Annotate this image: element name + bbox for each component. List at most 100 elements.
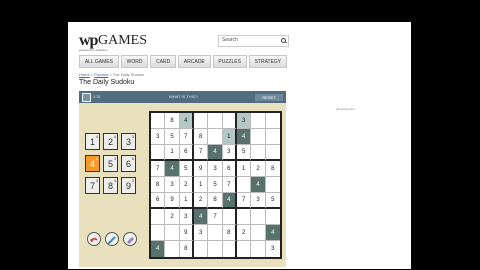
sudoku-cell[interactable]: 3	[208, 161, 223, 177]
sudoku-cell[interactable]: 1	[222, 129, 237, 145]
nav-card[interactable]: CARD	[150, 55, 177, 68]
sudoku-cell[interactable]: 5	[236, 145, 252, 161]
number-key-2[interactable]: 24	[103, 133, 118, 150]
sudoku-cell[interactable]: 3	[179, 209, 194, 225]
sudoku-cell[interactable]	[236, 209, 252, 225]
sudoku-cell[interactable]: 7	[151, 161, 166, 177]
sudoku-cell[interactable]: 8	[222, 225, 237, 241]
sudoku-cell[interactable]: 1	[193, 177, 209, 193]
sudoku-cell[interactable]: 3	[165, 177, 180, 193]
sudoku-cell[interactable]	[165, 225, 180, 241]
sudoku-cell[interactable]: 7	[236, 193, 252, 209]
sudoku-cell[interactable]: 3	[251, 193, 266, 209]
number-key-3[interactable]: 33	[121, 133, 136, 150]
sudoku-cell[interactable]: 5	[165, 129, 180, 145]
hint-link[interactable]: WHAT IS THIS?	[169, 94, 198, 99]
sudoku-cell[interactable]: 5	[179, 161, 194, 177]
sudoku-cell[interactable]	[251, 145, 266, 161]
sudoku-cell[interactable]: 3	[236, 113, 252, 129]
sudoku-cell[interactable]: 4	[236, 129, 252, 145]
sudoku-cell[interactable]	[208, 113, 223, 129]
sudoku-cell[interactable]: 4	[251, 177, 266, 193]
sudoku-cell[interactable]: 3	[193, 225, 209, 241]
sudoku-cell[interactable]: 6	[151, 193, 166, 209]
sudoku-cell[interactable]: 1	[179, 193, 194, 209]
sudoku-cell[interactable]	[222, 209, 237, 225]
sudoku-cell[interactable]	[208, 129, 223, 145]
home-icon[interactable]	[82, 93, 91, 102]
sudoku-cell[interactable]	[251, 241, 266, 257]
sudoku-cell[interactable]: 2	[165, 209, 180, 225]
sudoku-cell[interactable]: 4	[165, 161, 180, 177]
sudoku-cell[interactable]: 8	[151, 177, 166, 193]
sudoku-cell[interactable]: 7	[193, 145, 209, 161]
sudoku-cell[interactable]: 1	[236, 161, 252, 177]
sudoku-cell[interactable]: 5	[208, 177, 223, 193]
nav-puzzles[interactable]: PUZZLES	[212, 55, 247, 68]
number-key-5[interactable]: 53	[103, 155, 118, 172]
sudoku-cell[interactable]: 9	[165, 193, 180, 209]
sudoku-cell[interactable]: 8	[265, 161, 280, 177]
number-key-1[interactable]: 14	[85, 133, 100, 150]
nav-strategy[interactable]: STRATEGY	[248, 55, 287, 68]
sudoku-cell[interactable]: 8	[208, 193, 223, 209]
sudoku-board[interactable]: 8433578141674357459361288321574691284735…	[149, 111, 282, 259]
sudoku-cell[interactable]	[265, 177, 280, 193]
sudoku-cell[interactable]	[237, 241, 252, 257]
search-input[interactable]: Search	[218, 35, 289, 47]
sudoku-cell[interactable]: 2	[236, 225, 252, 241]
nav-all-games[interactable]: ALL GAMES	[79, 55, 119, 68]
sudoku-cell[interactable]	[208, 225, 223, 241]
sudoku-cell[interactable]: 2	[193, 193, 209, 209]
sudoku-cell[interactable]: 9	[179, 225, 194, 241]
sudoku-cell[interactable]: 4	[179, 113, 194, 129]
sudoku-cell[interactable]	[194, 241, 209, 257]
sudoku-cell[interactable]: 4	[193, 209, 209, 225]
sudoku-cell[interactable]: 6	[179, 145, 194, 161]
sudoku-cell[interactable]: 9	[193, 161, 209, 177]
sudoku-cell[interactable]: 6	[222, 161, 237, 177]
breadcrumb-home[interactable]: Home	[79, 72, 90, 77]
breadcrumb-puzzles[interactable]: Puzzles	[94, 72, 108, 77]
sudoku-cell[interactable]: 7	[208, 209, 223, 225]
sudoku-cell[interactable]	[236, 177, 252, 193]
sudoku-cell[interactable]: 3	[222, 145, 237, 161]
number-key-4[interactable]: 44	[85, 155, 100, 172]
sudoku-cell[interactable]: 8	[193, 129, 209, 145]
sudoku-cell[interactable]	[208, 241, 223, 257]
sudoku-cell[interactable]: 8	[165, 113, 180, 129]
sudoku-cell[interactable]	[151, 209, 166, 225]
sudoku-cell[interactable]	[151, 225, 166, 241]
nav-word[interactable]: WORD	[120, 55, 149, 68]
sudoku-cell[interactable]: 2	[179, 177, 194, 193]
number-key-9[interactable]: 93	[121, 177, 136, 194]
sudoku-cell[interactable]: 3	[266, 241, 280, 257]
sudoku-cell[interactable]	[265, 145, 280, 161]
sudoku-cell[interactable]: 4	[151, 241, 166, 257]
sudoku-cell[interactable]: 3	[151, 129, 166, 145]
sudoku-cell[interactable]	[151, 145, 166, 161]
sudoku-cell[interactable]: 8	[180, 241, 194, 257]
sudoku-cell[interactable]	[265, 113, 280, 129]
number-key-7[interactable]: 73	[85, 177, 100, 194]
number-key-8[interactable]: 84	[103, 177, 118, 194]
sudoku-cell[interactable]	[222, 113, 237, 129]
undo-icon[interactable]	[87, 232, 101, 246]
reset-button[interactable]: RESET	[255, 94, 283, 101]
sudoku-cell[interactable]	[165, 241, 180, 257]
sudoku-cell[interactable]: 2	[251, 161, 266, 177]
pencil-icon[interactable]	[105, 232, 119, 246]
sudoku-cell[interactable]	[251, 209, 266, 225]
search-icon[interactable]	[281, 38, 286, 43]
sudoku-cell[interactable]: 1	[165, 145, 180, 161]
sudoku-cell[interactable]	[223, 241, 237, 257]
number-key-6[interactable]: 66	[121, 155, 136, 172]
sudoku-cell[interactable]	[265, 129, 280, 145]
sudoku-cell[interactable]	[251, 225, 266, 241]
sudoku-cell[interactable]: 5	[265, 193, 280, 209]
sudoku-cell[interactable]: 7	[222, 177, 237, 193]
sudoku-cell[interactable]: 7	[179, 129, 194, 145]
sudoku-cell[interactable]: 4	[265, 225, 280, 241]
eraser-icon[interactable]	[123, 232, 137, 246]
sudoku-cell[interactable]	[265, 209, 280, 225]
